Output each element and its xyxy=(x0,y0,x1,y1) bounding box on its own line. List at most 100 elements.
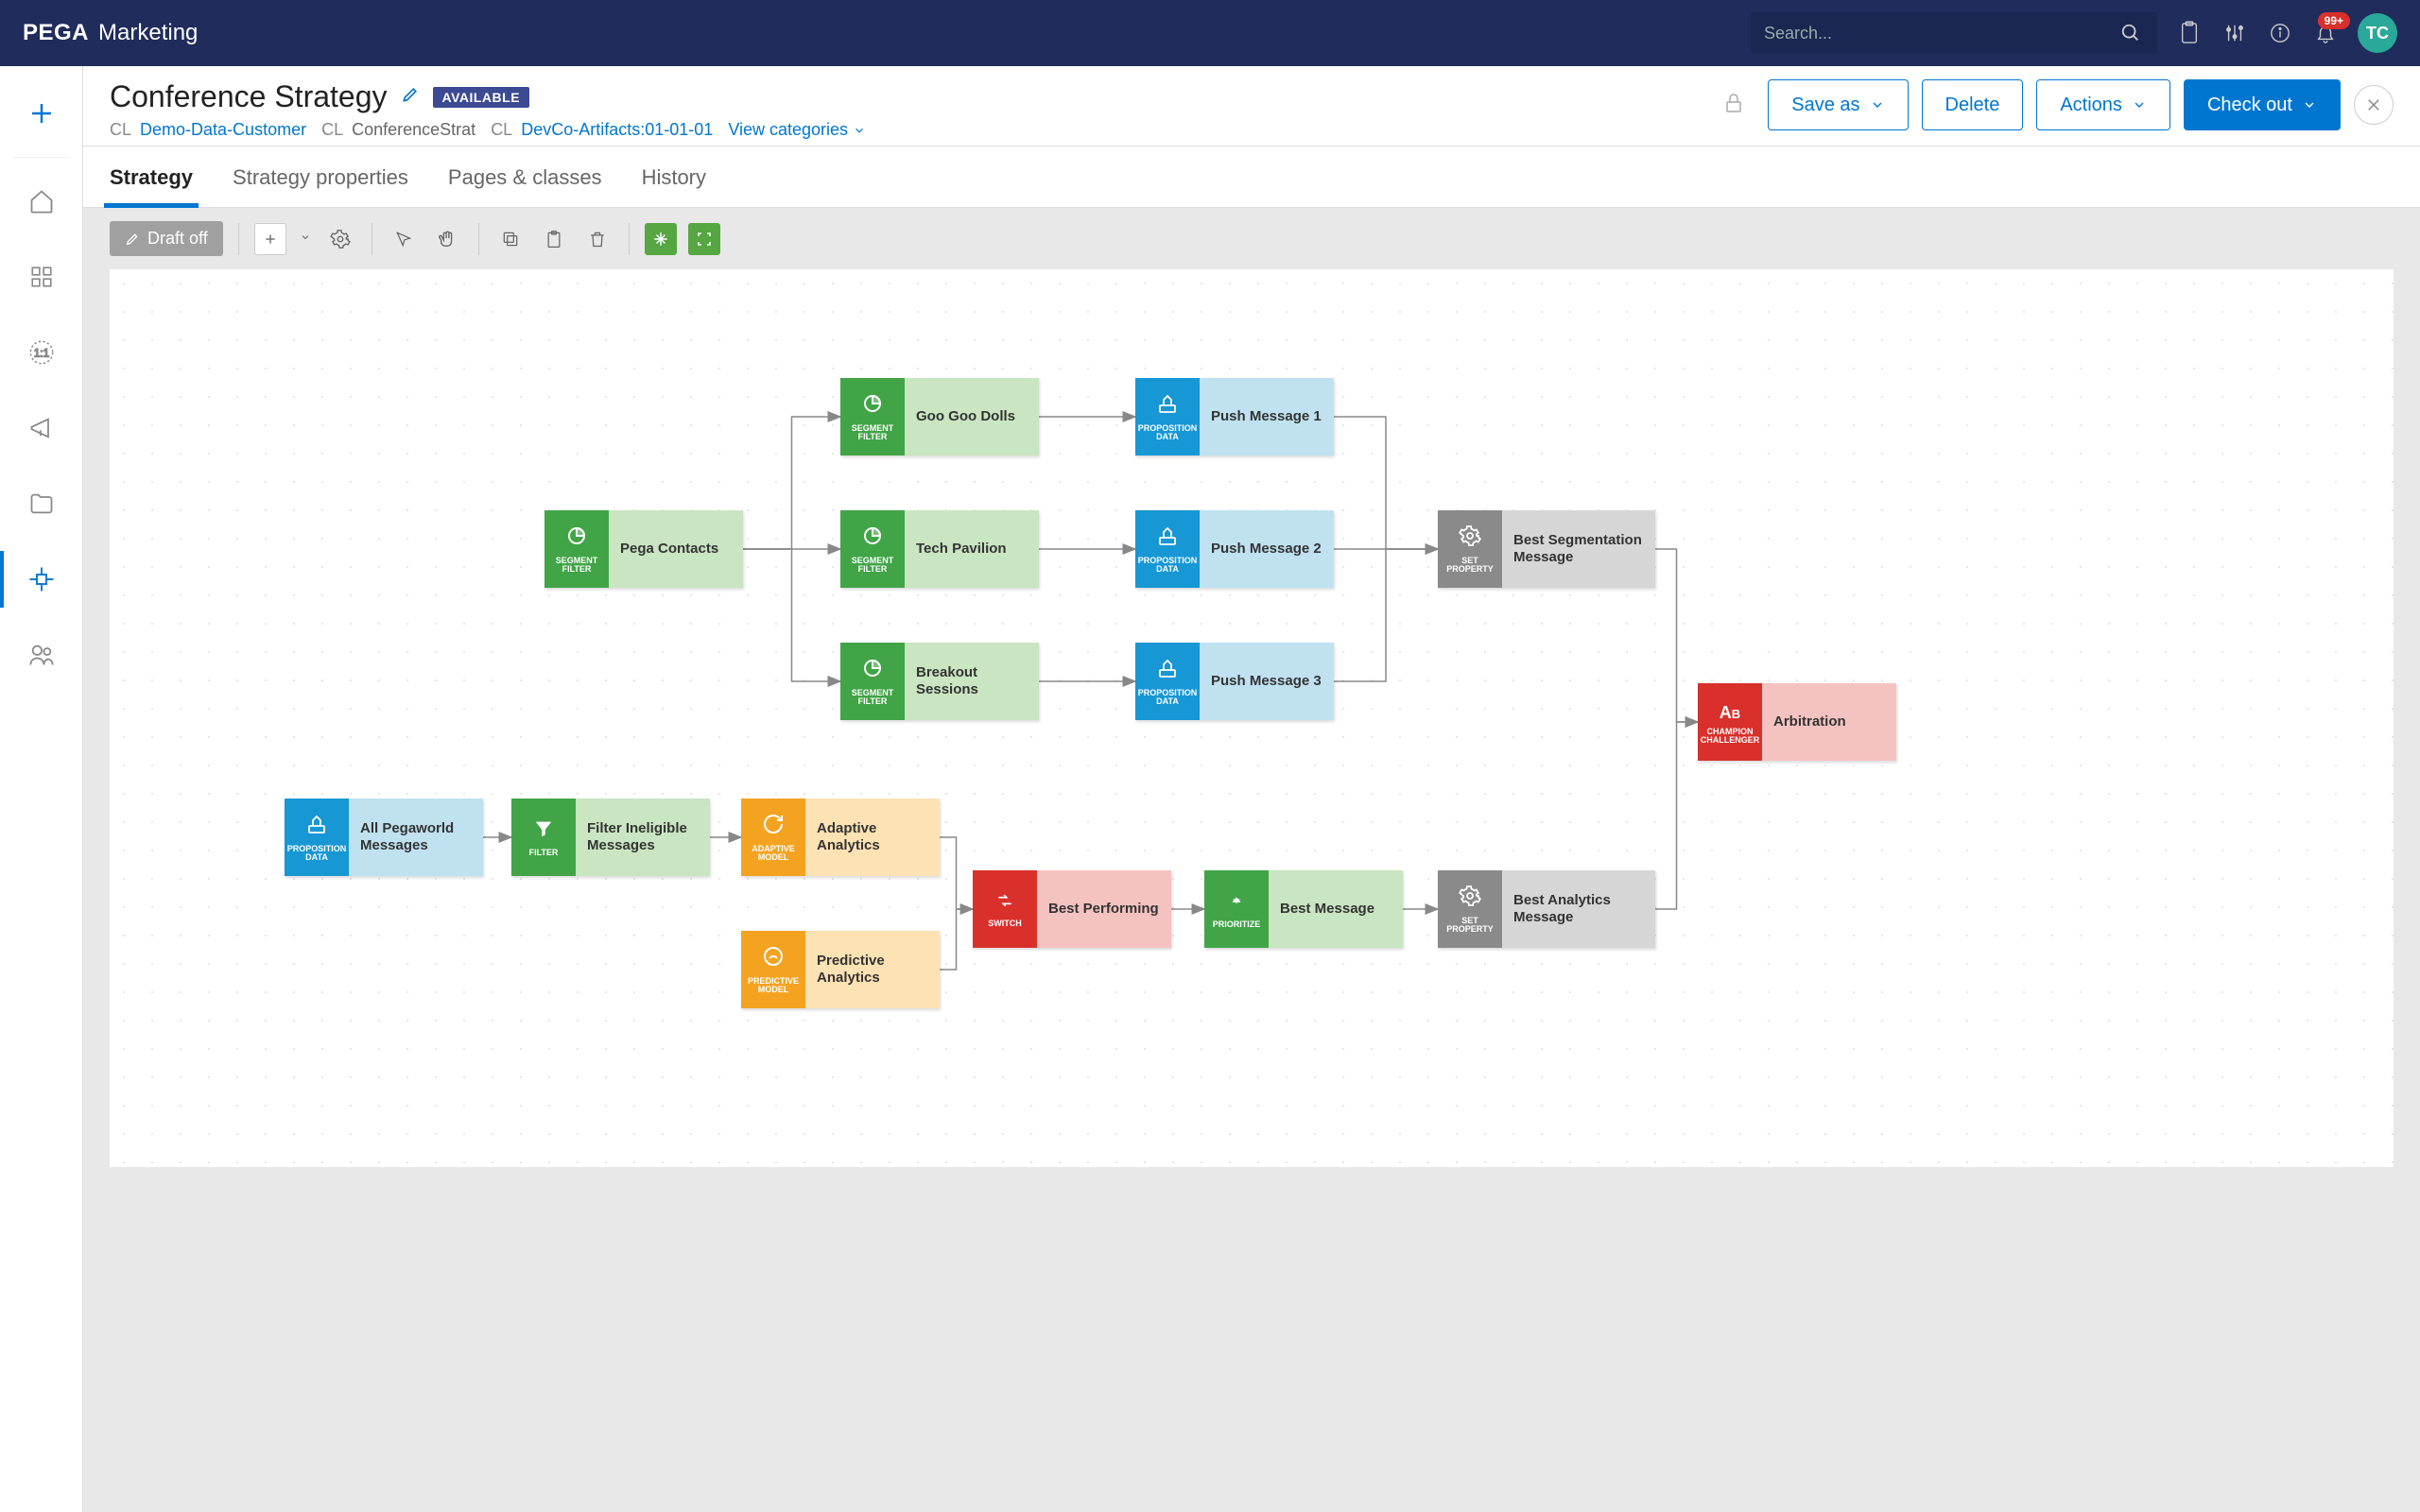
rail-home[interactable] xyxy=(0,163,83,239)
delete-button[interactable]: Delete xyxy=(1922,79,2024,130)
info-icon[interactable] xyxy=(2267,20,2293,46)
node-type-label: SWITCH xyxy=(988,919,1022,928)
rail-library[interactable] xyxy=(0,466,83,541)
node-tech_pavilion[interactable]: SEGMENT FILTERTech Pavilion xyxy=(840,510,1039,588)
node-breakout[interactable]: SEGMENT FILTERBreakout Sessions xyxy=(840,643,1039,720)
prioritize-icon xyxy=(1226,890,1247,917)
view-categories-link[interactable]: View categories xyxy=(728,120,866,140)
node-icon-col: PROPOSITION DATA xyxy=(285,799,349,876)
connector[interactable] xyxy=(940,837,973,909)
node-type-label: SEGMENT FILTER xyxy=(842,424,903,441)
lock-icon[interactable] xyxy=(1713,81,1754,129)
node-icon-col: PRIORITIZE xyxy=(1204,870,1269,948)
node-type-label: SEGMENT FILTER xyxy=(842,689,903,706)
node-icon-col: AB CHAMPION CHALLENGER xyxy=(1698,683,1762,761)
check-out-button[interactable]: Check out xyxy=(2184,79,2341,130)
brand-product: Marketing xyxy=(98,20,198,46)
connector[interactable] xyxy=(1655,722,1698,909)
connector[interactable] xyxy=(1334,417,1438,549)
node-push1[interactable]: PROPOSITION DATAPush Message 1 xyxy=(1135,378,1334,455)
edit-title-icon[interactable] xyxy=(401,85,420,109)
propdata-icon xyxy=(1156,524,1179,553)
tab-history[interactable]: History xyxy=(642,146,706,207)
node-type-label: PRIORITIZE xyxy=(1213,920,1261,929)
draft-toggle[interactable]: Draft off xyxy=(110,221,223,256)
node-adaptive[interactable]: ADAPTIVE MODELAdaptive Analytics xyxy=(741,799,940,876)
save-as-button[interactable]: Save as xyxy=(1768,79,1908,130)
node-icon-col: ADAPTIVE MODEL xyxy=(741,799,805,876)
connector[interactable] xyxy=(743,549,840,681)
top-navigation: PEGA Marketing 99+ TC xyxy=(0,0,2420,66)
connector[interactable] xyxy=(940,909,973,970)
node-icon-col: PROPOSITION DATA xyxy=(1135,643,1200,720)
node-goo_goo[interactable]: SEGMENT FILTERGoo Goo Dolls xyxy=(840,378,1039,455)
node-label: Tech Pavilion xyxy=(905,510,1039,588)
rail-interactions[interactable]: 1:1 xyxy=(0,315,83,390)
node-type-label: CHAMPION CHALLENGER xyxy=(1700,728,1760,745)
filter-icon xyxy=(533,818,554,845)
paste-icon[interactable] xyxy=(538,223,570,255)
node-icon-col: SET PROPERTY xyxy=(1438,510,1502,588)
node-type-label: SEGMENT FILTER xyxy=(546,557,607,574)
brand-name: PEGA xyxy=(23,20,89,46)
add-shape-button[interactable] xyxy=(254,223,286,255)
connector[interactable] xyxy=(743,417,840,549)
tab-strategy-properties[interactable]: Strategy properties xyxy=(233,146,408,207)
search-input[interactable] xyxy=(1764,24,2118,43)
canvas-toolbar: Draft off xyxy=(83,208,2420,256)
node-push2[interactable]: PROPOSITION DATAPush Message 2 xyxy=(1135,510,1334,588)
pointer-tool[interactable] xyxy=(388,223,420,255)
status-badge: AVAILABLE xyxy=(433,87,530,108)
search-icon[interactable] xyxy=(2118,20,2144,46)
node-type-label: SET PROPERTY xyxy=(1440,557,1500,574)
tab-strategy[interactable]: Strategy xyxy=(110,146,193,207)
left-rail: 1:1 xyxy=(0,66,83,1512)
node-label: Best Message xyxy=(1269,870,1403,948)
node-filter_inel[interactable]: FILTERFilter Ineligible Messages xyxy=(511,799,710,876)
node-type-label: PROPOSITION DATA xyxy=(286,845,347,862)
node-pega_contacts[interactable]: SEGMENT FILTERPega Contacts xyxy=(544,510,743,588)
strategy-canvas[interactable]: SEGMENT FILTERPega ContactsSEGMENT FILTE… xyxy=(110,269,2394,1167)
rail-campaigns[interactable] xyxy=(0,390,83,466)
copy-icon[interactable] xyxy=(494,223,527,255)
node-icon-col: SEGMENT FILTER xyxy=(840,510,905,588)
actions-button[interactable]: Actions xyxy=(2036,79,2170,130)
sliders-icon[interactable] xyxy=(2221,20,2248,46)
node-label: Predictive Analytics xyxy=(805,931,940,1008)
node-best_anal[interactable]: SET PROPERTYBest Analytics Message xyxy=(1438,870,1655,948)
node-push3[interactable]: PROPOSITION DATAPush Message 3 xyxy=(1135,643,1334,720)
settings-icon[interactable] xyxy=(324,223,356,255)
rail-audience[interactable] xyxy=(0,617,83,693)
node-best_msg[interactable]: PRIORITIZE Best Message xyxy=(1204,870,1403,948)
chevron-down-icon[interactable] xyxy=(298,231,313,248)
rail-apps[interactable] xyxy=(0,239,83,315)
clipboard-icon[interactable] xyxy=(2176,20,2203,46)
pan-tool[interactable] xyxy=(431,223,463,255)
champion-icon: AB xyxy=(1720,699,1740,724)
node-icon-col: SWITCH xyxy=(973,870,1037,948)
global-search[interactable] xyxy=(1751,12,2157,54)
node-arbitration[interactable]: ABCHAMPION CHALLENGERArbitration xyxy=(1698,683,1896,761)
node-best_seg[interactable]: SET PROPERTYBest Segmentation Message xyxy=(1438,510,1655,588)
predictive-icon xyxy=(762,945,785,973)
breadcrumb-class[interactable]: Demo-Data-Customer xyxy=(140,120,306,139)
node-all_pega[interactable]: PROPOSITION DATAAll Pegaworld Messages xyxy=(285,799,483,876)
close-button[interactable] xyxy=(2354,85,2394,125)
node-icon-col: SEGMENT FILTER xyxy=(840,378,905,455)
connector[interactable] xyxy=(1334,549,1438,681)
node-predictive[interactable]: PREDICTIVE MODELPredictive Analytics xyxy=(741,931,940,1008)
connector[interactable] xyxy=(1655,549,1698,722)
node-best_perf[interactable]: SWITCHBest Performing xyxy=(973,870,1171,948)
auto-arrange-1[interactable] xyxy=(645,223,677,255)
user-avatar[interactable]: TC xyxy=(2358,13,2397,53)
propdata-icon xyxy=(1156,392,1179,421)
tab-pages-classes[interactable]: Pages & classes xyxy=(448,146,602,207)
notifications-icon[interactable]: 99+ xyxy=(2312,20,2339,46)
node-label: Push Message 3 xyxy=(1200,643,1334,720)
delete-icon[interactable] xyxy=(581,223,614,255)
node-type-label: ADAPTIVE MODEL xyxy=(743,845,804,862)
rail-strategy[interactable] xyxy=(0,541,83,617)
breadcrumb-ruleset[interactable]: DevCo-Artifacts:01-01-01 xyxy=(521,120,713,139)
auto-arrange-2[interactable] xyxy=(688,223,720,255)
rail-create[interactable] xyxy=(0,76,83,151)
